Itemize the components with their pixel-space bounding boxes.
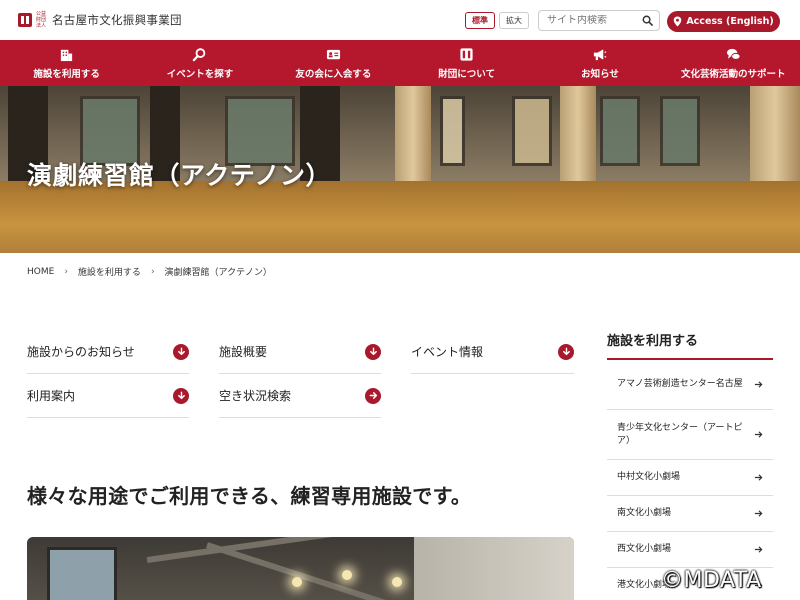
logo-name: 名古屋市文化振興事業団 — [52, 13, 182, 27]
hero-banner: 演劇練習館（アクテノン） — [0, 86, 800, 253]
sidebar-item-label: 西文化小劇場 — [617, 544, 672, 554]
member-card-icon — [326, 49, 340, 59]
page-title: 演劇練習館（アクテノン） — [27, 161, 332, 190]
search-icon — [193, 47, 206, 61]
sidebar-item-label: 南文化小劇場 — [617, 508, 672, 518]
chevron-right-icon: › — [150, 266, 155, 277]
map-pin-icon — [674, 16, 682, 27]
text-size-switcher: 標準 拡大 — [465, 12, 529, 29]
breadcrumb-current: 演劇練習館（アクテノン） — [164, 268, 272, 278]
site-header: 公益財団法人 名古屋市文化振興事業団 標準 拡大 Access (English… — [0, 0, 800, 40]
access-english-label: Access (English) — [686, 16, 774, 27]
arrow-right-icon — [754, 474, 763, 481]
nav-label: お知らせ — [581, 68, 619, 80]
arrow-right-icon — [754, 546, 763, 553]
nav-item-membership[interactable]: 友の会に入会する — [267, 40, 400, 86]
access-english-button[interactable]: Access (English) — [667, 11, 780, 32]
nav-item-news[interactable]: お知らせ — [533, 40, 666, 86]
anchor-link-guide[interactable]: 利用案内 — [27, 374, 189, 418]
anchor-link-label: イベント情報 — [411, 345, 484, 359]
logo-small-text: 公益財団法人 — [36, 11, 47, 29]
nav-label: イベントを探す — [166, 68, 234, 80]
chevron-right-icon: › — [64, 266, 68, 277]
arrow-right-icon — [365, 387, 381, 404]
sidebar: 施設を利用する アマノ芸術創造センター名古屋 青少年文化センター（アートピア） … — [607, 330, 773, 600]
sidebar-item-nishi[interactable]: 西文化小劇場 — [607, 532, 773, 568]
nav-label: 文化芸術活動のサポート — [681, 68, 786, 80]
chat-icon — [726, 48, 741, 60]
nav-item-about[interactable]: 財団について — [400, 40, 533, 86]
nav-item-support[interactable]: 文化芸術活動のサポート — [667, 40, 800, 86]
arrow-right-icon — [754, 381, 763, 388]
watermark: ©MDATA — [661, 568, 762, 593]
sidebar-item-label: 中村文化小劇場 — [617, 472, 681, 482]
section-heading: 様々な用途でご利用できる、練習専用施設です。 — [27, 484, 472, 508]
anchor-link-label: 施設概要 — [219, 345, 268, 359]
sidebar-item-label: アマノ芸術創造センター名古屋 — [617, 379, 743, 389]
arrow-right-icon — [754, 431, 763, 438]
sidebar-title: 施設を利用する — [607, 330, 773, 360]
sidebar-item-artpia[interactable]: 青少年文化センター（アートピア） — [607, 410, 773, 460]
site-logo[interactable]: 公益財団法人 名古屋市文化振興事業団 — [18, 11, 182, 29]
arrow-down-icon — [173, 343, 189, 360]
megaphone-icon — [594, 48, 607, 60]
breadcrumb-facilities[interactable]: 施設を利用する — [78, 265, 141, 278]
text-size-standard-button[interactable]: 標準 — [465, 12, 495, 29]
logo-icon — [18, 13, 32, 27]
arrow-down-icon — [173, 387, 189, 404]
site-search — [538, 10, 660, 31]
sidebar-item-nakamura[interactable]: 中村文化小劇場 — [607, 460, 773, 496]
arrow-down-icon — [365, 343, 381, 360]
building-icon — [61, 49, 73, 61]
anchor-link-overview[interactable]: 施設概要 — [219, 330, 381, 374]
logo-icon — [460, 47, 473, 61]
arrow-down-icon — [558, 343, 574, 360]
nav-item-facilities[interactable]: 施設を利用する — [0, 40, 133, 86]
search-icon[interactable] — [642, 15, 653, 26]
nav-label: 財団について — [438, 68, 495, 80]
global-nav: 施設を利用する イベントを探す 友の会に入会する 財団について お知らせ 文化芸… — [0, 40, 800, 86]
breadcrumb-home[interactable]: HOME — [27, 267, 54, 277]
anchor-link-events[interactable]: イベント情報 — [411, 330, 574, 374]
anchor-link-availability[interactable]: 空き状況検索 — [219, 374, 381, 418]
nav-item-events[interactable]: イベントを探す — [133, 40, 266, 86]
sidebar-item-minami[interactable]: 南文化小劇場 — [607, 496, 773, 532]
sidebar-item-label: 青少年文化センター（アートピア） — [617, 422, 743, 446]
arrow-right-icon — [754, 510, 763, 517]
sidebar-item-amano[interactable]: アマノ芸術創造センター名古屋 — [607, 360, 773, 410]
facility-photo — [27, 537, 574, 600]
text-size-large-button[interactable]: 拡大 — [499, 12, 529, 29]
nav-label: 友の会に入会する — [295, 68, 372, 80]
anchor-link-news[interactable]: 施設からのお知らせ — [27, 330, 189, 374]
search-input[interactable] — [547, 15, 639, 26]
anchor-link-label: 空き状況検索 — [219, 389, 292, 403]
breadcrumb: HOME › 施設を利用する › 演劇練習館（アクテノン） — [27, 265, 272, 279]
nav-label: 施設を利用する — [33, 68, 100, 80]
anchor-link-label: 施設からのお知らせ — [27, 345, 135, 359]
anchor-link-label: 利用案内 — [27, 389, 76, 403]
